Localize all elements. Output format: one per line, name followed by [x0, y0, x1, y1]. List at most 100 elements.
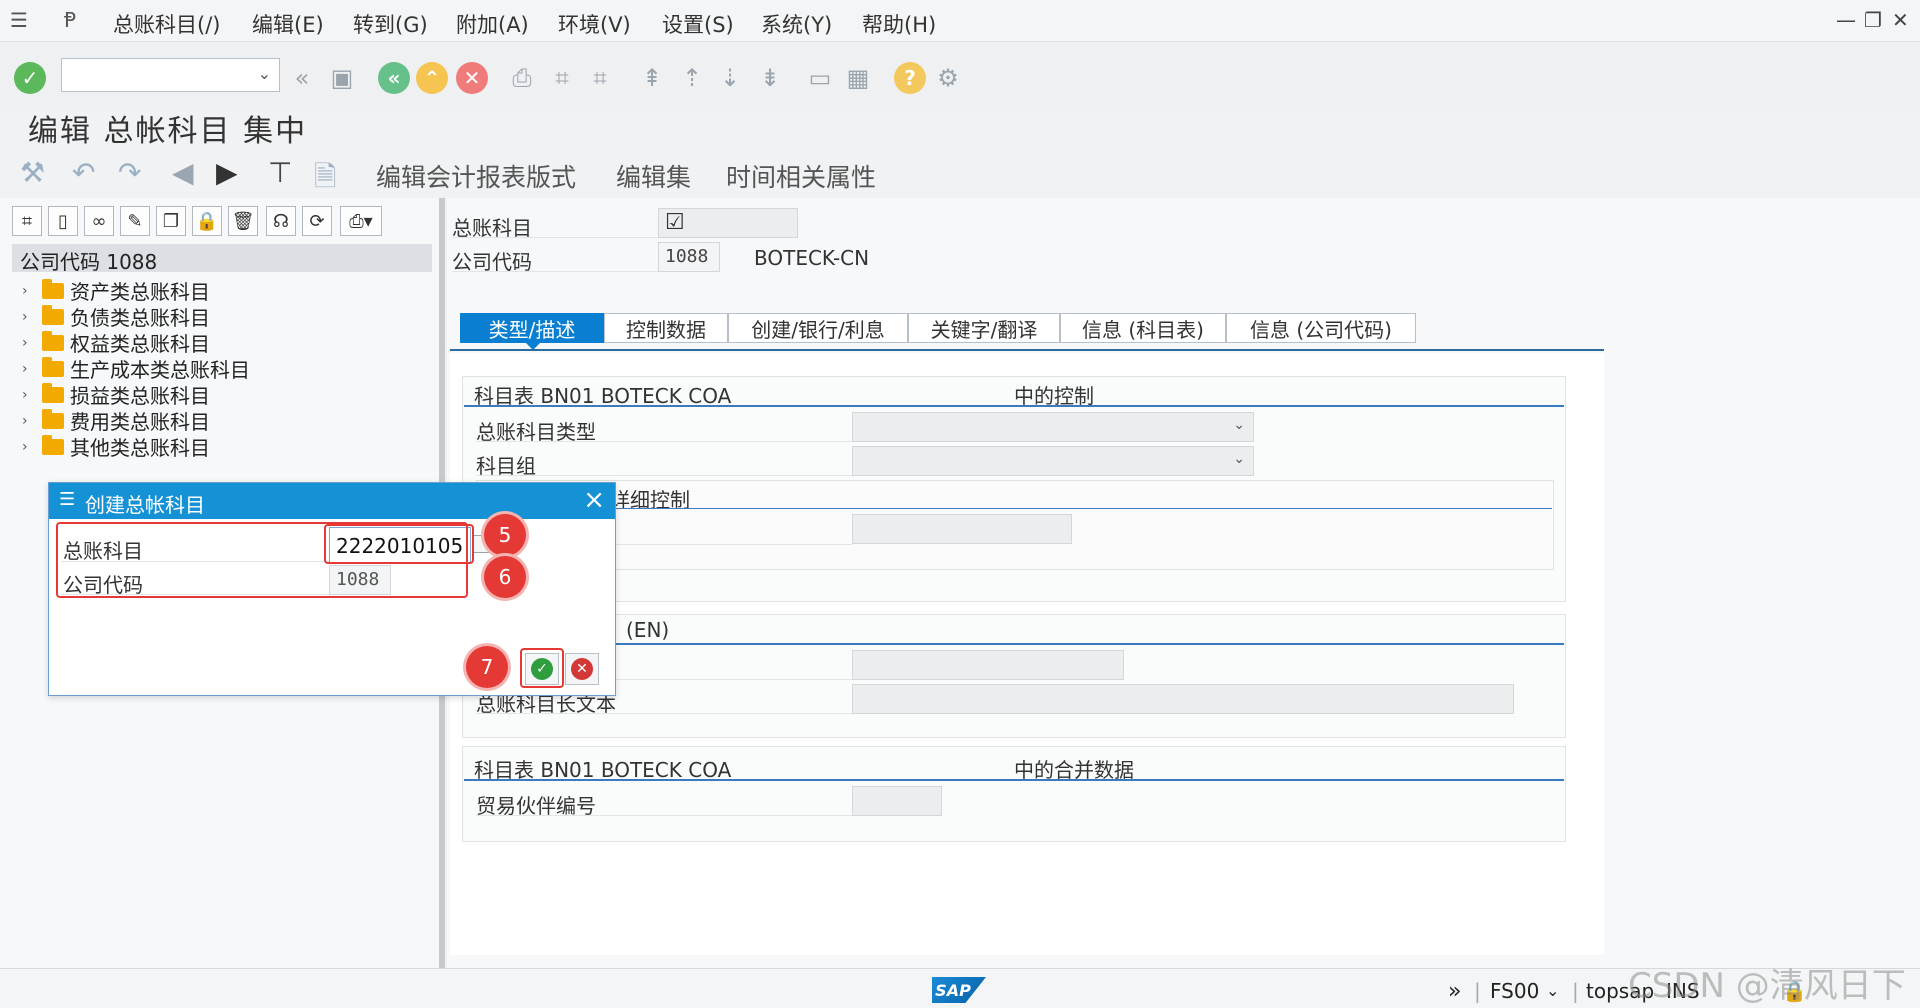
standard-toolbar: ✓ ⌄ « ▣ « ⌃ ✕ ⎙ ⌗ ⌗ ⇞ ⇡ ⇣ ⇟ ▭ ▦ ? ⚙	[0, 42, 1920, 112]
tab-keyword-translation[interactable]: 关键字/翻译	[908, 313, 1060, 343]
menu-bar: ☰ Ᵽ 总账科目(/) 编辑(E) 转到(G) 附加(A) 环境(V) 设置(S…	[0, 0, 1920, 42]
layout-settings-icon[interactable]: ⚙	[932, 62, 964, 94]
display-change-icon[interactable]: ⚒	[20, 156, 45, 189]
tree-item-expenses[interactable]: › 费用类总账科目	[22, 406, 210, 435]
annotation-box-input	[324, 524, 474, 564]
sap-logo: SAP	[932, 977, 986, 1003]
chevron-down-icon: ⌄	[257, 64, 271, 83]
divider	[476, 815, 852, 816]
sap-menu-icon[interactable]: Ᵽ	[64, 8, 76, 32]
tree-item-other[interactable]: › 其他类总账科目	[22, 432, 210, 461]
menu-gl-account[interactable]: 总账科目(/)	[113, 9, 220, 39]
tree-root-company-code[interactable]: 公司代码 1088	[12, 244, 432, 274]
detail-control-field[interactable]	[852, 514, 1072, 544]
company-code-field[interactable]: 1088	[658, 242, 720, 272]
menu-environment[interactable]: 环境(V)	[558, 9, 631, 39]
tree-item-profit-loss[interactable]: › 损益类总账科目	[22, 380, 210, 409]
gl-account-type-select[interactable]: ⌄	[852, 412, 1254, 442]
dialog-icon: ☰	[59, 489, 76, 510]
save-icon: ▣	[330, 64, 354, 92]
long-text-field[interactable]	[852, 684, 1514, 714]
shortcut-icon[interactable]: ▦	[842, 62, 874, 94]
chevron-right-icon[interactable]: ›	[22, 283, 38, 299]
previous-icon[interactable]: ◀	[172, 156, 194, 189]
gl-account-field[interactable]: ☑	[658, 208, 798, 238]
chevron-right-icon[interactable]: ›	[22, 335, 38, 351]
divider	[476, 441, 852, 442]
menu-system[interactable]: 系统(Y)	[761, 9, 832, 39]
menu-help[interactable]: 帮助(H)	[862, 9, 936, 39]
print-menu-icon[interactable]: ⎙▾	[340, 206, 382, 236]
undo-icon[interactable]: ↶	[72, 156, 95, 189]
edit-fs-version-button[interactable]: 编辑会计报表版式	[376, 158, 576, 194]
tree-item-assets[interactable]: › 资产类总账科目	[22, 276, 210, 305]
tree-item-label: 权益类总账科目	[70, 332, 210, 356]
dialog-title: 创建总帐科目	[85, 493, 205, 517]
refresh-icon[interactable]: ⟳	[302, 206, 332, 236]
next-icon[interactable]: ▶	[216, 156, 238, 189]
divider	[476, 475, 852, 476]
display-glasses-icon[interactable]: ∞	[84, 206, 114, 236]
tree-toggle-icon[interactable]: ⊤	[268, 156, 292, 189]
transaction-code[interactable]: FS00	[1490, 979, 1539, 1003]
menu-goto[interactable]: 转到(G)	[353, 9, 428, 39]
tab-create-bank-interest[interactable]: 创建/银行/利息	[728, 313, 908, 343]
find-next-icon: ⌗	[593, 64, 607, 92]
divider	[476, 713, 852, 714]
enter-icon[interactable]: ✓	[14, 62, 46, 94]
menu-icon[interactable]: ☰	[10, 8, 28, 32]
headset-icon[interactable]: ☊	[266, 206, 296, 236]
cancel-icon[interactable]: ✕	[456, 62, 488, 94]
close-window-icon[interactable]: ✕	[1892, 8, 1909, 32]
tree-item-label: 负债类总账科目	[70, 306, 210, 330]
next-page-icon: ⇣	[719, 64, 741, 92]
page-title: 编辑 总帐科目 集中	[28, 114, 308, 149]
menu-settings[interactable]: 设置(S)	[662, 9, 734, 39]
description-group-title: (EN)	[626, 618, 670, 642]
binoculars-icon[interactable]: ⌗	[12, 206, 42, 236]
double-chevron-right-icon[interactable]: »	[1448, 979, 1461, 1004]
chevron-right-icon[interactable]: ›	[22, 439, 38, 455]
menu-extras[interactable]: 附加(A)	[456, 9, 529, 39]
exit-icon[interactable]: ⌃	[416, 62, 448, 94]
time-dependent-attributes-button[interactable]: 时间相关属性	[726, 158, 876, 194]
folder-icon	[42, 356, 64, 377]
create-session-icon[interactable]: ▭	[804, 62, 836, 94]
tree-item-liabilities[interactable]: › 负债类总账科目	[22, 302, 210, 331]
back-icon[interactable]: «	[378, 62, 410, 94]
tab-info-chart-of-accounts[interactable]: 信息 (科目表)	[1060, 313, 1226, 343]
dialog-header: ☰ 创建总帐科目 ×	[49, 483, 615, 519]
tab-type-description[interactable]: 类型/描述	[460, 313, 604, 343]
new-document-icon[interactable]: ▯	[48, 206, 78, 236]
tab-info-company-code[interactable]: 信息 (公司代码)	[1226, 313, 1416, 343]
cancel-button[interactable]: ✕	[565, 653, 599, 685]
account-group-select[interactable]: ⌄	[852, 446, 1254, 476]
menu-edit[interactable]: 编辑(E)	[252, 9, 324, 39]
tree-item-equity[interactable]: › 权益类总账科目	[22, 328, 210, 357]
tree-item-production-cost[interactable]: › 生产成本类总账科目	[22, 354, 250, 383]
chevron-right-icon[interactable]: ›	[22, 387, 38, 403]
edit-pencil-icon[interactable]: ✎	[120, 206, 150, 236]
company-code-value: 1088	[665, 246, 709, 267]
help-icon[interactable]: ?	[894, 62, 926, 94]
minimize-icon[interactable]: —	[1836, 8, 1856, 32]
chevron-right-icon[interactable]: ›	[22, 361, 38, 377]
trading-partner-field[interactable]	[852, 786, 942, 816]
document-icon[interactable]: 🗎	[314, 156, 337, 204]
chevron-right-icon[interactable]: ›	[22, 309, 38, 325]
copy-icon[interactable]: ❐	[156, 206, 186, 236]
edit-sets-button[interactable]: 编辑集	[616, 158, 691, 194]
delete-icon[interactable]: 🗑	[228, 206, 258, 236]
lock-icon[interactable]: 🔒	[192, 206, 222, 236]
close-icon[interactable]: ×	[583, 485, 605, 515]
folder-icon	[42, 330, 64, 351]
restore-icon[interactable]: ❐	[1864, 8, 1882, 32]
chevron-right-icon[interactable]: ›	[22, 413, 38, 429]
chevron-down-icon: ⌄	[1233, 451, 1245, 467]
command-field[interactable]: ⌄	[61, 58, 280, 92]
annotation-badge-6: 6	[484, 556, 526, 598]
chevron-down-icon[interactable]: ⌄	[1546, 981, 1559, 1000]
short-text-field[interactable]	[852, 650, 1124, 680]
tab-control-data[interactable]: 控制数据	[604, 313, 728, 343]
redo-icon[interactable]: ↷	[118, 156, 141, 189]
